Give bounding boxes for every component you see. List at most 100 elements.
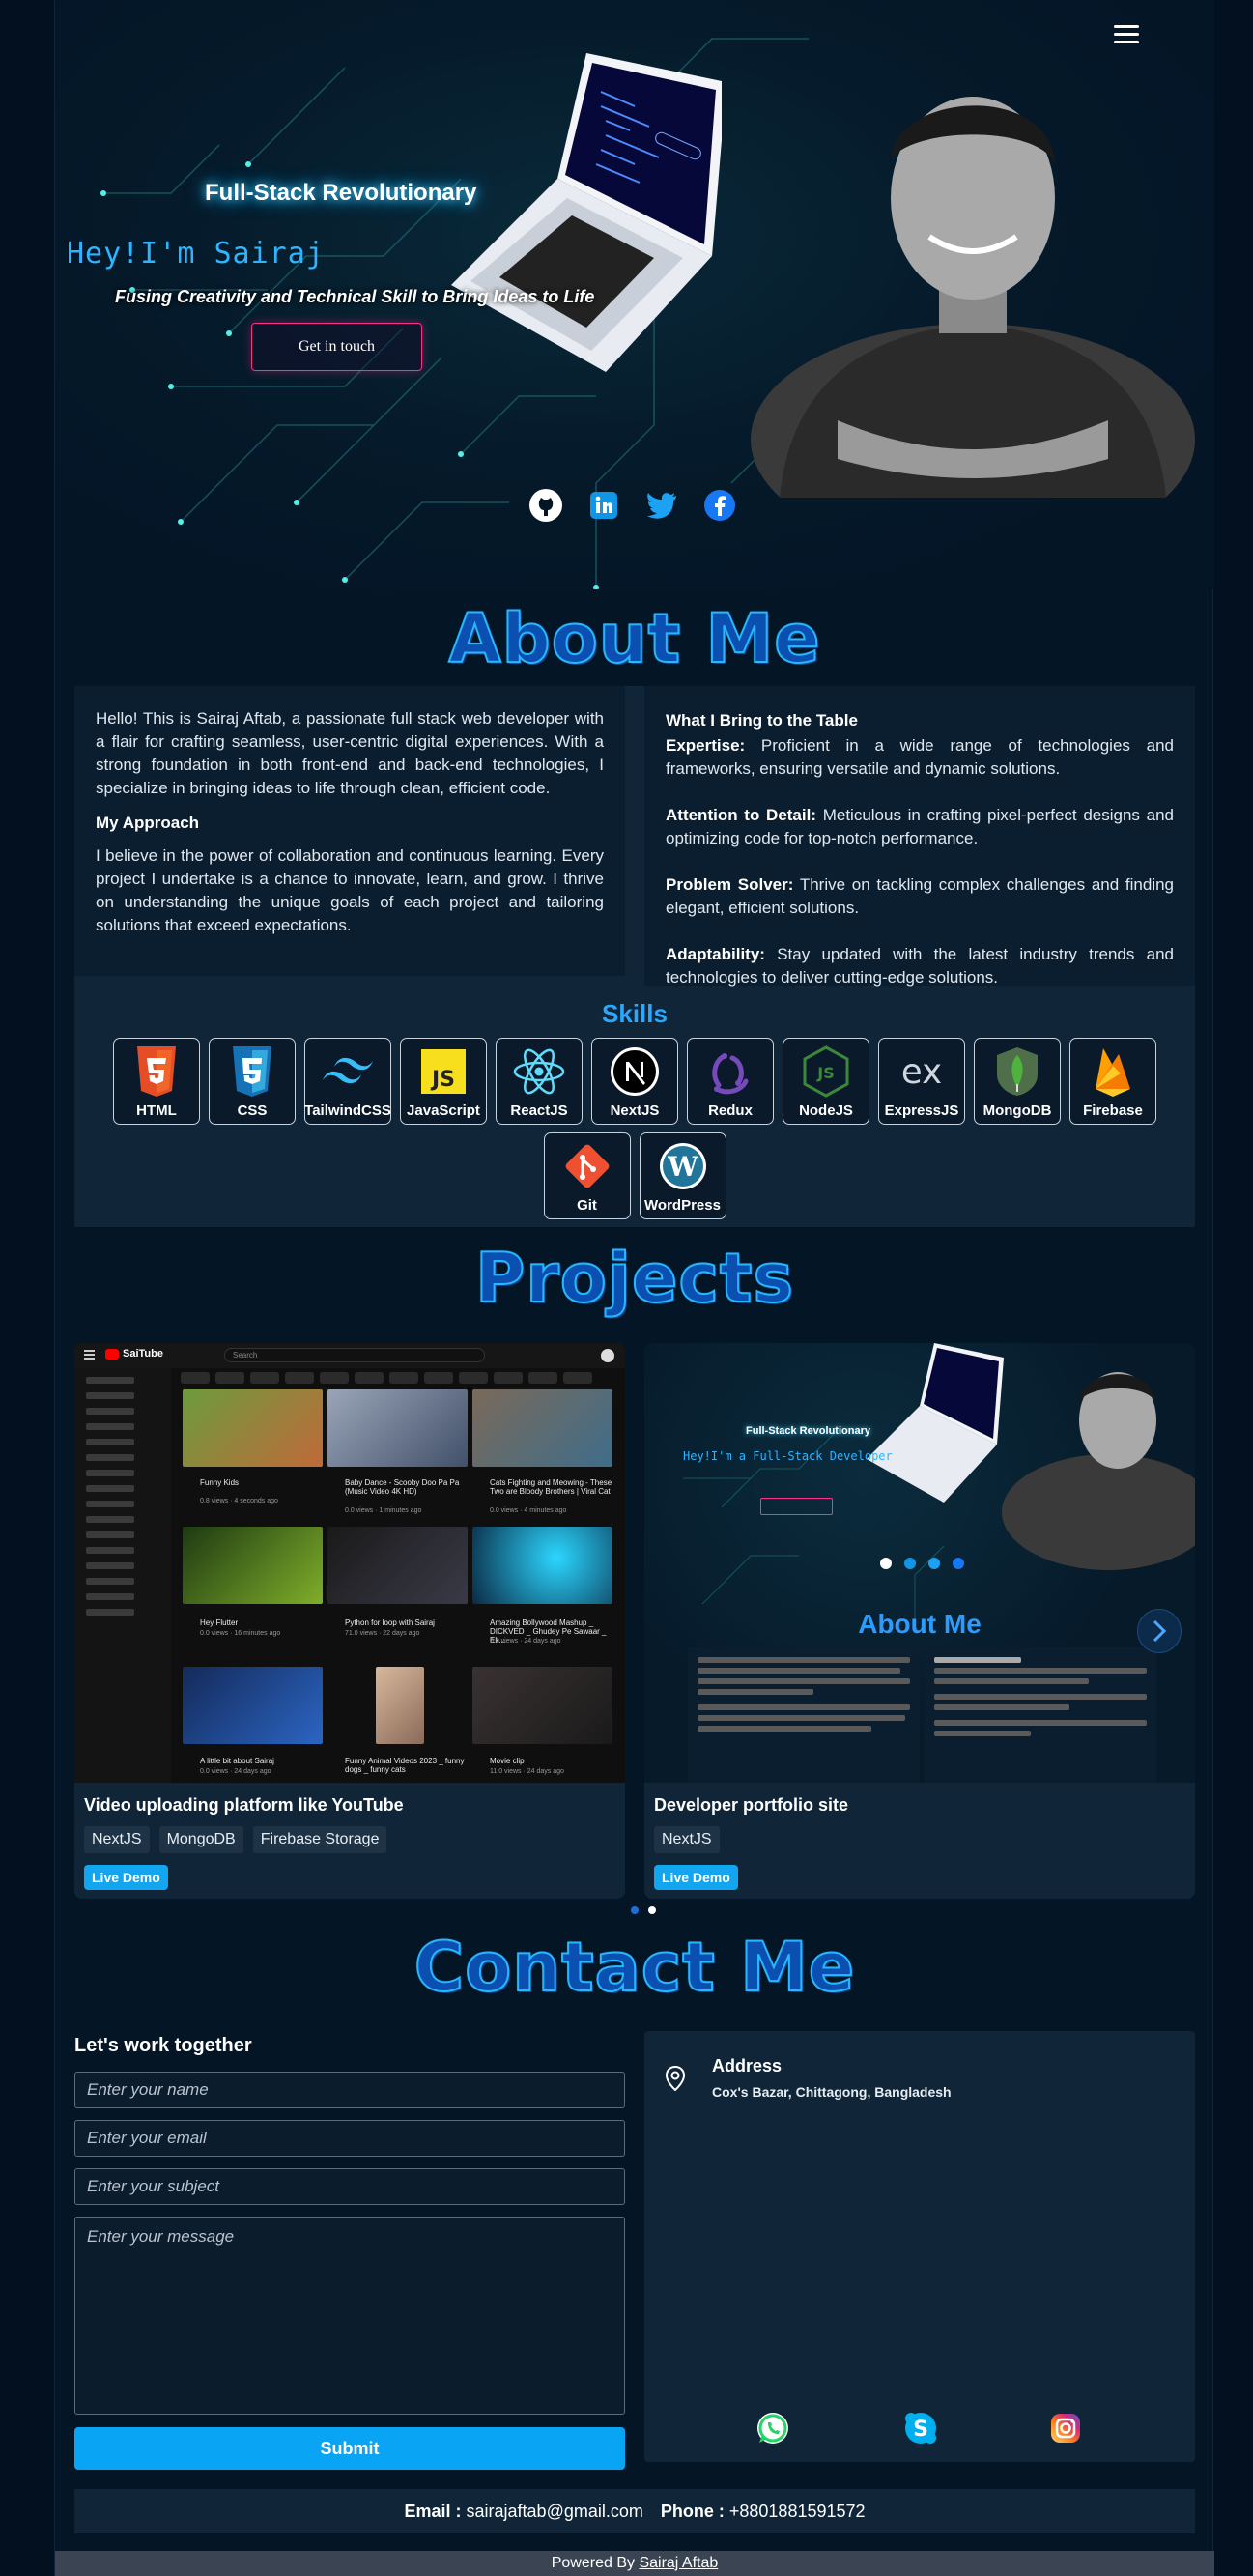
yt-video-title: Funny Kids [200,1478,240,1487]
profile-photo [751,97,1195,498]
subject-input[interactable] [74,2168,625,2205]
skill-mongodb[interactable]: MongoDB [974,1038,1061,1125]
email-input[interactable] [74,2120,625,2157]
chevron-right-icon [1153,1619,1167,1643]
twitter-icon[interactable] [644,488,679,523]
approach-heading: My Approach [96,814,200,832]
carousel-dot[interactable] [631,1906,639,1914]
project-tag: Firebase Storage [252,1826,387,1853]
mongodb-icon [990,1045,1044,1099]
yt-video-title: Movie clip [490,1757,525,1765]
skill-label: NodeJS [799,1102,853,1119]
submit-button[interactable]: Submit [74,2427,625,2470]
point-expertise: Expertise: Proficient in a wide range of… [666,736,1174,778]
svg-text:JS: JS [816,1064,834,1082]
pf-about-title: About Me [858,1609,982,1639]
yt-video-meta: 0.0 views · 24 days ago [490,1638,561,1645]
skills-row-2: Git W WordPress [74,1132,1195,1219]
svg-text:JS: JS [430,1068,455,1092]
carousel-next-button[interactable] [1137,1609,1182,1653]
skill-nextjs[interactable]: NextJS [591,1038,678,1125]
yt-video-title: Funny Animal Videos 2023 _ funny dogs _ … [345,1757,465,1774]
carousel-dot[interactable] [648,1906,656,1914]
linkedin-icon[interactable] [586,488,621,523]
project-name: Video uploading platform like YouTube [84,1795,404,1815]
project-tag: NextJS [654,1826,720,1853]
skill-tailwindcss[interactable]: TailwindCSS [304,1038,391,1125]
skill-wordpress[interactable]: W WordPress [639,1132,726,1219]
facebook-icon[interactable] [702,488,737,523]
skill-javascript[interactable]: JS JavaScript [400,1038,487,1125]
footer-author-link[interactable]: Sairaj Aftab [639,2555,718,2571]
hero-greeting: Hey!I'm Sairaj [67,237,325,271]
yt-video-title: Cats Fighting and Meowing - These Two ar… [490,1478,612,1496]
project-screenshot-portfolio: Full-Stack Revolutionary Hey!I'm a Full-… [644,1343,1195,1783]
name-input[interactable] [74,2072,625,2108]
skill-css[interactable]: CSS [209,1038,296,1125]
about-title: About Me [447,598,821,679]
point-attention: Attention to Detail: Meticulous in craft… [666,806,1174,847]
live-demo-button[interactable]: Live Demo [654,1865,738,1890]
project-card-portfolio: Full-Stack Revolutionary Hey!I'm a Full-… [644,1343,1195,1899]
skill-label: NextJS [610,1102,660,1119]
yt-video-meta: 71.0 views · 22 days ago [345,1630,420,1637]
skill-reactjs[interactable]: ReactJS [496,1038,583,1125]
skill-label: Git [577,1197,597,1214]
express-icon: ex [895,1045,949,1099]
skill-expressjs[interactable]: ex ExpressJS [878,1038,965,1125]
pf-role: Full-Stack Revolutionary [746,1425,870,1437]
hamburger-menu-icon[interactable] [1114,25,1139,46]
skill-git[interactable]: Git [543,1132,631,1219]
skype-icon[interactable]: S [903,2411,938,2446]
skill-html[interactable]: HTML [113,1038,200,1125]
javascript-icon: JS [416,1045,470,1099]
nextjs-icon [608,1045,662,1099]
skill-firebase[interactable]: Firebase [1069,1038,1156,1125]
skill-redux[interactable]: Redux [687,1038,774,1125]
hero-socials [528,488,737,523]
yt-video-meta: 0.8 views · 4 seconds ago [200,1498,278,1504]
hero-role: Full-Stack Revolutionary [205,180,477,206]
project-tags: NextJS MongoDB Firebase Storage [84,1826,387,1853]
github-icon[interactable] [528,488,563,523]
svg-text:W: W [667,1151,698,1183]
firebase-icon [1086,1045,1140,1099]
contact-title: Contact Me [413,1927,856,2008]
about-bring-panel: What I Bring to the Table Expertise: Pro… [644,686,1195,987]
wordpress-icon: W [656,1139,710,1193]
footer-powered-by: Powered By [551,2555,635,2571]
html5-icon [129,1045,184,1099]
instagram-icon[interactable] [1048,2411,1083,2446]
tailwind-icon [321,1045,375,1099]
live-demo-button[interactable]: Live Demo [84,1865,168,1890]
approach-text: I believe in the power of collaboration … [96,846,604,934]
message-input[interactable] [74,2217,625,2415]
projects-title: Projects [474,1238,794,1319]
email-link[interactable]: sairajaftab@gmail.com [467,2502,643,2521]
address-text: Cox's Bazar, Chittagong, Bangladesh [712,2084,952,2100]
phone-link[interactable]: +8801881591572 [729,2502,866,2521]
yt-video-title: Hey Flutter [200,1618,239,1627]
project-tag: MongoDB [158,1826,243,1853]
skill-label: MongoDB [982,1102,1052,1119]
yt-video-meta: 0.0 views · 4 minutes ago [490,1507,567,1514]
svg-text:ex: ex [901,1052,942,1091]
point-adaptability: Adaptability: Stay updated with the late… [666,945,1174,987]
about-intro-text: Hello! This is Sairaj Aftab, a passionat… [96,709,604,797]
yt-video-meta: 0.0 views · 1 minutes ago [345,1507,422,1514]
skill-label: ReactJS [510,1102,568,1119]
skill-nodejs[interactable]: JS NodeJS [783,1038,869,1125]
redux-icon [703,1045,757,1099]
yt-video-title: A little bit about Sairaj [200,1757,274,1765]
git-icon [560,1139,614,1193]
skill-label: CSS [237,1102,268,1119]
yt-video-title: Baby Dance - Scooby Doo Pa Pa (Music Vid… [345,1478,460,1496]
skill-label: ExpressJS [884,1102,959,1119]
get-in-touch-button[interactable]: Get in touch [251,323,422,371]
point-problem-solver: Problem Solver: Thrive on tackling compl… [666,875,1175,917]
skill-label: Redux [708,1102,753,1119]
whatsapp-icon[interactable] [755,2411,790,2446]
page: Full-Stack Revolutionary Hey!I'm Sairaj … [54,0,1214,2576]
skills-heading: Skills [602,999,668,1028]
location-pin-icon [666,2066,685,2091]
